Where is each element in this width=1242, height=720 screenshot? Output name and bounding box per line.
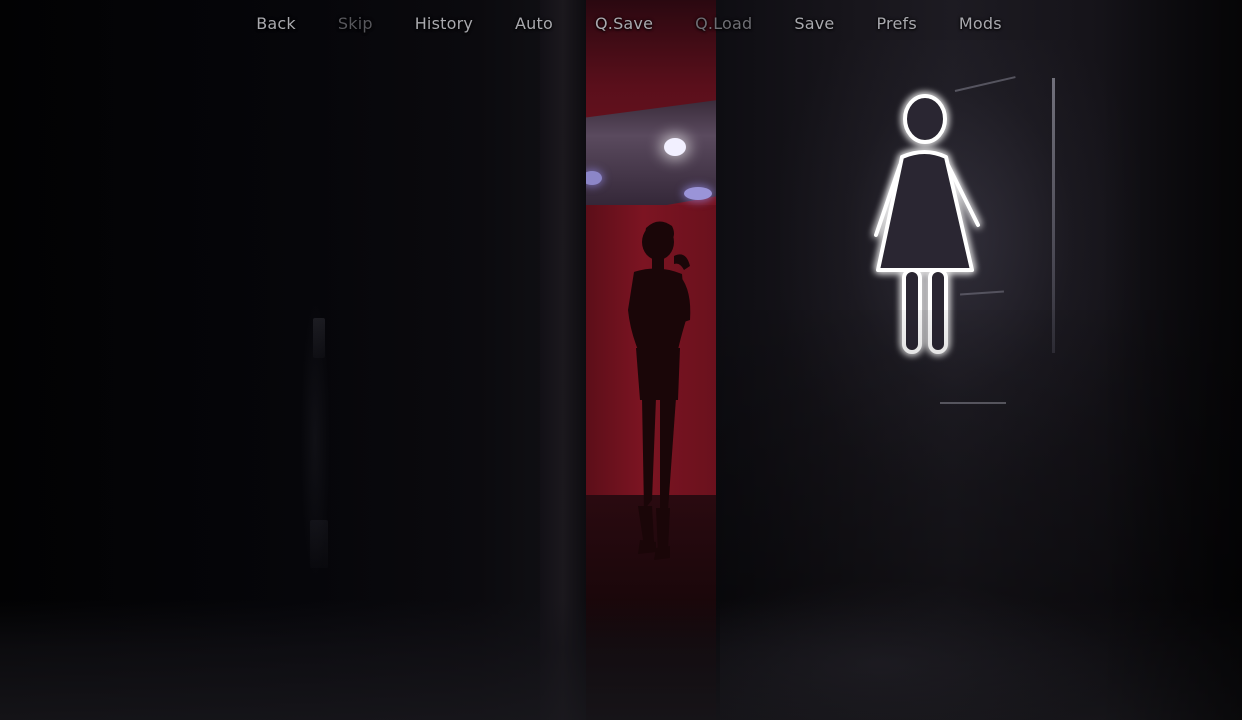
vignette	[1100, 0, 1242, 720]
quick-save-button[interactable]: Q.Save	[595, 14, 653, 34]
back-button[interactable]: Back	[256, 14, 296, 34]
prefs-button[interactable]: Prefs	[876, 14, 916, 34]
history-button[interactable]: History	[415, 14, 473, 34]
game-scene[interactable]: Back Skip History Auto Q.Save Q.Load Sav…	[0, 0, 1242, 720]
floor-reflection	[720, 580, 1120, 720]
auto-button[interactable]: Auto	[515, 14, 553, 34]
left-door-handle-lower	[310, 520, 328, 568]
ceiling-light	[664, 138, 686, 156]
left-door-handle	[313, 318, 325, 358]
quick-load-button[interactable]: Q.Load	[695, 14, 752, 34]
skip-button[interactable]: Skip	[338, 14, 373, 34]
quick-menu: Back Skip History Auto Q.Save Q.Load Sav…	[0, 0, 1242, 48]
mods-button[interactable]: Mods	[959, 14, 1002, 34]
save-button[interactable]: Save	[794, 14, 834, 34]
silhouette-figure	[628, 221, 691, 560]
ceiling-light	[684, 187, 712, 200]
